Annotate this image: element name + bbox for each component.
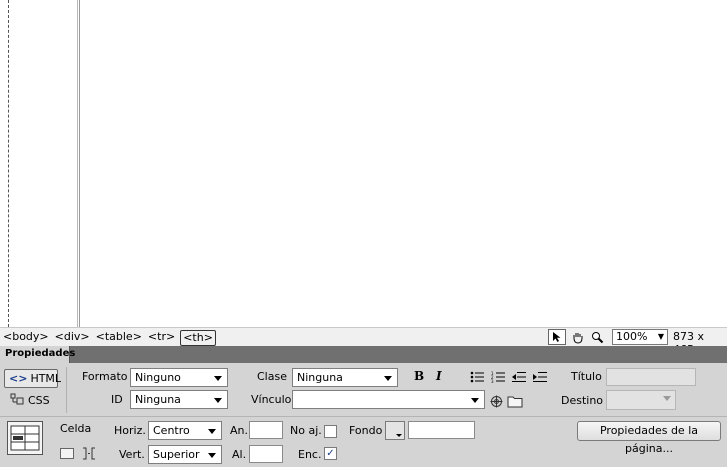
point-to-file-icon[interactable]	[490, 395, 503, 408]
width-input[interactable]	[249, 421, 283, 439]
vert-value: Superior	[153, 448, 200, 461]
zoom-select[interactable]: 100% ▼	[612, 329, 668, 345]
panel-tab-bar: Propiedades	[0, 346, 727, 363]
fondo-label: Fondo	[349, 424, 383, 437]
css-rule-icon	[10, 393, 24, 408]
chevron-down-icon	[214, 376, 222, 381]
tag-selector: <body> <div> <table> <tr> <th>	[2, 330, 216, 346]
formato-value: Ninguno	[135, 371, 181, 384]
clase-value: Ninguna	[297, 371, 343, 384]
vinculo-input[interactable]	[292, 390, 485, 409]
table-cell-icon	[7, 421, 43, 455]
enc-label: Enc.	[298, 448, 322, 461]
mode-divider	[66, 367, 67, 413]
svg-text:3: 3	[491, 379, 494, 383]
html-mode-label: HTML	[30, 372, 62, 385]
div-boundary	[8, 0, 9, 327]
split-cell-icon[interactable]	[82, 447, 96, 460]
chevron-down-icon	[396, 434, 402, 437]
design-canvas[interactable]	[0, 0, 727, 327]
italic-button[interactable]: I	[436, 369, 442, 383]
merge-cells-icon[interactable]	[60, 448, 74, 459]
id-select[interactable]: Ninguna	[130, 390, 228, 409]
titulo-label: Título	[571, 370, 602, 383]
tag-th[interactable]: <th>	[180, 330, 216, 346]
status-bar: <body> <div> <table> <tr> <th> 100% ▼ 87…	[0, 327, 727, 356]
id-label: ID	[111, 393, 123, 406]
html-mode-button[interactable]: <> HTML	[4, 369, 62, 388]
horiz-value: Centro	[153, 424, 190, 437]
chevron-down-icon	[384, 376, 392, 381]
horiz-select[interactable]: Centro	[148, 421, 222, 440]
clase-label: Clase	[257, 370, 287, 383]
noaj-label: No aj.	[290, 424, 322, 437]
chevron-down-icon	[208, 453, 216, 458]
bold-button[interactable]: B	[414, 369, 424, 383]
destino-select[interactable]	[606, 390, 676, 410]
pointer-tool-icon[interactable]	[548, 329, 566, 345]
page-properties-button[interactable]: Propiedades de la página...	[577, 421, 721, 455]
folder-icon[interactable]	[507, 395, 524, 408]
tool-group	[548, 329, 606, 345]
unordered-list-icon[interactable]	[470, 371, 484, 383]
tag-body[interactable]: <body>	[2, 330, 50, 346]
zoom-value: 100%	[616, 330, 648, 343]
celda-label: Celda	[60, 422, 92, 435]
tag-div[interactable]: <div>	[54, 330, 91, 346]
id-value: Ninguna	[135, 393, 181, 406]
ordered-list-icon[interactable]: 123	[491, 371, 505, 383]
clase-select[interactable]: Ninguna	[292, 368, 398, 387]
height-input[interactable]	[249, 445, 283, 463]
tab-propiedades[interactable]: Propiedades	[0, 346, 75, 363]
al-label: Al.	[232, 448, 247, 461]
outdent-icon[interactable]	[512, 371, 526, 383]
no-wrap-checkbox[interactable]	[324, 425, 337, 438]
bg-color-picker[interactable]	[385, 421, 405, 440]
vert-label: Vert.	[119, 448, 145, 461]
hand-tool-icon[interactable]	[568, 329, 586, 345]
tag-tr[interactable]: <tr>	[147, 330, 176, 346]
chevron-down-icon	[471, 398, 479, 403]
table-border-inner	[79, 0, 80, 327]
css-mode-button[interactable]: CSS	[10, 393, 50, 408]
tag-table[interactable]: <table>	[95, 330, 143, 346]
section-divider	[0, 416, 727, 417]
vinculo-label: Vínculo	[251, 393, 292, 406]
horiz-label: Horiz.	[114, 424, 146, 437]
indent-icon[interactable]	[533, 371, 547, 383]
an-label: An.	[230, 424, 248, 437]
chevron-down-icon	[214, 398, 222, 403]
chevron-down-icon: ▼	[657, 332, 664, 341]
formato-select[interactable]: Ninguno	[130, 368, 228, 387]
formato-label: Formato	[82, 370, 128, 383]
chevron-down-icon	[208, 429, 216, 434]
vert-select[interactable]: Superior	[148, 445, 222, 464]
code-brackets-icon: <>	[9, 372, 28, 385]
header-checkbox[interactable]: ✓	[324, 447, 337, 460]
properties-panel: <> HTML CSS Formato Ninguno Clase Ningun…	[0, 363, 727, 467]
titulo-input[interactable]	[606, 368, 696, 386]
css-mode-label: CSS	[28, 394, 50, 407]
zoom-tool-icon[interactable]	[588, 329, 606, 345]
destino-label: Destino	[561, 394, 604, 407]
table-border	[77, 0, 78, 327]
bg-color-input[interactable]	[408, 421, 475, 439]
chevron-down-icon	[663, 396, 671, 401]
